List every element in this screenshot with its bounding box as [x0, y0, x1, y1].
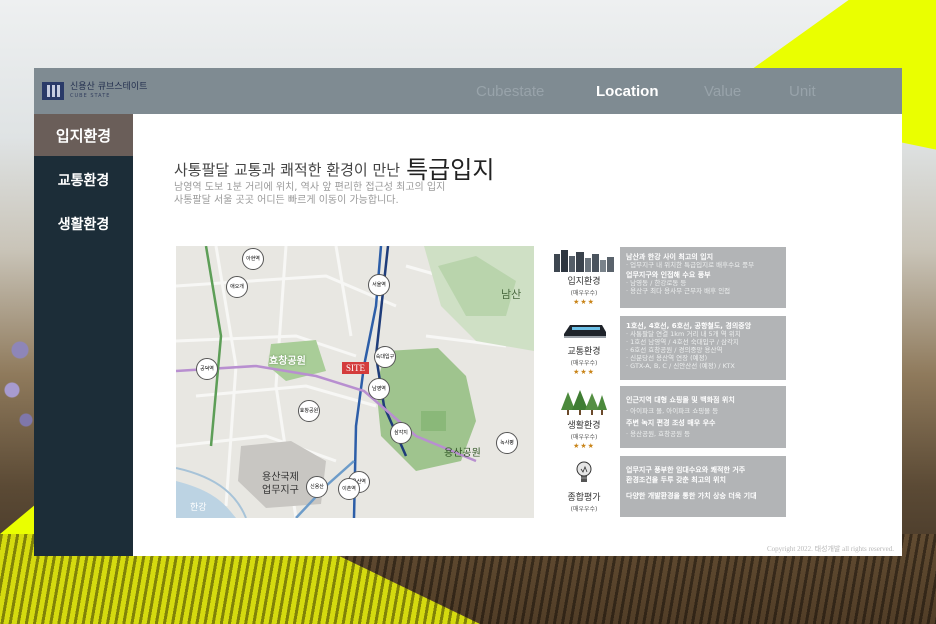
brand-logo[interactable]: 신용산 큐브스테이트 CUBE STATE — [42, 82, 147, 100]
sidebar-item-location-environment[interactable]: 입지환경 — [34, 114, 133, 156]
nav-location[interactable]: Location — [596, 83, 659, 100]
sidebar-item-transport-environment[interactable]: 교통환경 — [34, 159, 133, 201]
sidebar-item-living-environment[interactable]: 생활환경 — [34, 203, 133, 245]
info-line: · 1호선 남영역 / 4호선 숙대입구 / 삼각지 — [626, 338, 739, 346]
train-icon — [564, 325, 606, 338]
station-ichon[interactable]: 이촌역 — [338, 478, 360, 500]
station-seoul[interactable]: 서울역 — [368, 274, 390, 296]
category-overall: 종합평가 (매우우수) — [544, 460, 624, 513]
page-description: 남영역 도보 1분 거리에 위치, 역사 앞 편리한 접근성 최고의 입지 사통… — [174, 181, 445, 207]
station-samgakji[interactable]: 삼각지 — [390, 422, 412, 444]
info-line: · 6호선 효창공원 / 경의중앙 용산역 — [626, 346, 723, 354]
category-transport: 교통환경 (매우우수) ★★★ — [544, 320, 624, 376]
station-aeogae[interactable]: 애오개 — [226, 276, 248, 298]
station-ahyeon[interactable]: 아현역 — [242, 248, 264, 270]
info-line: 남산과 한강 사이 최고의 입지 — [626, 253, 714, 261]
map-label-hangang: 한강 — [190, 503, 207, 513]
brand-sub: CUBE STATE — [70, 93, 111, 99]
station-sinyongsan[interactable]: 신용산 — [306, 476, 328, 498]
station-gongdeok[interactable]: 공덕역 — [196, 358, 218, 380]
heading-text: 사통팔달 교통과 쾌적한 환경이 만난 — [174, 161, 401, 179]
logo-mark-icon — [42, 82, 64, 100]
category-rating-text: (매우우수) — [570, 506, 598, 513]
info-box-overall: 업무지구 풍부한 임대수요와 쾌적한 거주 환경조건을 두루 갖춘 최고의 위치… — [620, 456, 786, 517]
category-name: 입지환경 — [567, 277, 601, 287]
category-name: 종합평가 — [567, 493, 601, 503]
station-noksapyeong[interactable]: 녹사평 — [496, 432, 518, 454]
star-rating: ★★★ — [573, 368, 595, 376]
category-living: 생활환경 (매우우수) ★★★ — [544, 390, 624, 450]
page-heading: 사통팔달 교통과 쾌적한 환경이 만난 특급입지 — [174, 150, 494, 185]
info-line: · 업무지구 내 위치한 특급입지로 배후수요 풍부 — [626, 261, 755, 269]
copyright-text: Copyright 2022. 태성개발 all rights reserved… — [766, 545, 894, 553]
site-marker[interactable]: SITE — [342, 362, 369, 374]
category-location: 입지환경 (매우우수) ★★★ — [544, 248, 624, 306]
city-skyline-icon — [554, 250, 614, 272]
info-line: · GTX-A, B, C / 신안산선 (예정) / KTX — [626, 362, 735, 370]
info-line: 환경조건을 두루 갖춘 최고의 위치 — [626, 476, 726, 484]
station-namyeong[interactable]: 남영역 — [368, 378, 390, 400]
top-navigation-bar: 신용산 큐브스테이트 CUBE STATE Cubestate Location… — [34, 68, 902, 114]
category-rating-text: (매우우수) — [570, 434, 598, 441]
lightbulb-icon — [576, 461, 592, 482]
location-map[interactable]: 남산 효창공원 용산공원 용산국제 업무지구 한강 SITE 서울역 숙대입구 … — [176, 246, 534, 518]
brand-name: 신용산 큐브스테이트 — [70, 82, 148, 92]
info-box-location: 남산과 한강 사이 최고의 입지 · 업무지구 내 위치한 특급입지로 배후수요… — [620, 247, 786, 308]
info-line: 1호선, 4호선, 6호선, 공항철도, 경의중앙 — [626, 322, 752, 330]
category-rating-text: (매우우수) — [570, 290, 598, 297]
info-box-transport: 1호선, 4호선, 6호선, 공항철도, 경의중앙 · 사통팔달 연결 1km … — [620, 316, 786, 380]
star-rating: ★★★ — [573, 442, 595, 450]
category-rating-text: (매우우수) — [570, 360, 598, 367]
info-line: · 남영동 / 한강로동 등 — [626, 279, 687, 287]
content-window: 신용산 큐브스테이트 CUBE STATE Cubestate Location… — [34, 68, 902, 556]
star-rating: ★★★ — [573, 298, 595, 306]
info-line: · 용산구 최다 용사무 근무자 배후 인접 — [626, 287, 731, 295]
map-label-yongsan-park: 용산공원 — [444, 448, 481, 459]
description-line-2: 사통팔달 서울 곳곳 어디든 빠르게 이동이 가능합니다. — [174, 195, 399, 206]
heading-emphasis: 특급입지 — [406, 156, 495, 184]
info-line: 인근지역 대형 쇼핑몰 및 백화점 위치 — [626, 396, 735, 404]
sidebar: 입지환경 교통환경 생활환경 — [34, 114, 133, 556]
info-line: 주변 녹지 편경 조성 매우 우수 — [626, 419, 716, 427]
info-line: · 사통팔달 연결 1km 거리 내 5개 역 위치 — [626, 330, 741, 338]
station-sookdae[interactable]: 숙대입구 — [374, 346, 396, 368]
info-line: · 신분당선 용산역 연장 (예정) — [626, 354, 708, 362]
info-box-living: 인근지역 대형 쇼핑몰 및 백화점 위치 · 아이파크 몰, 아이파크 쇼핑몰 … — [620, 386, 786, 448]
map-label-namsan: 남산 — [501, 288, 522, 301]
category-name: 생활환경 — [567, 421, 601, 431]
map-label-intl-district-2: 업무지구 — [262, 485, 299, 496]
info-line: · 아이파크 몰, 아이파크 쇼핑몰 등 — [626, 407, 719, 415]
info-line: 다양한 개발환경을 통한 가치 상승 더욱 기대 — [626, 492, 757, 500]
map-label-hyochang-park: 효창공원 — [269, 356, 306, 367]
description-line-1: 남영역 도보 1분 거리에 위치, 역사 앞 편리한 접근성 최고의 입지 — [174, 182, 446, 193]
info-line: 업무지구와 인접해 수요 풍부 — [626, 271, 711, 279]
info-line: · 용산공원, 효창공원 등 — [626, 430, 691, 438]
nav-value[interactable]: Value — [704, 83, 741, 100]
trees-icon — [561, 390, 607, 415]
info-line: 업무지구 풍부한 임대수요와 쾌적한 거주 — [626, 466, 746, 474]
nav-cubestate[interactable]: Cubestate — [476, 83, 544, 100]
category-name: 교통환경 — [567, 347, 601, 357]
station-hyochang[interactable]: 효창공원 — [298, 400, 320, 422]
nav-unit[interactable]: Unit — [789, 83, 816, 100]
